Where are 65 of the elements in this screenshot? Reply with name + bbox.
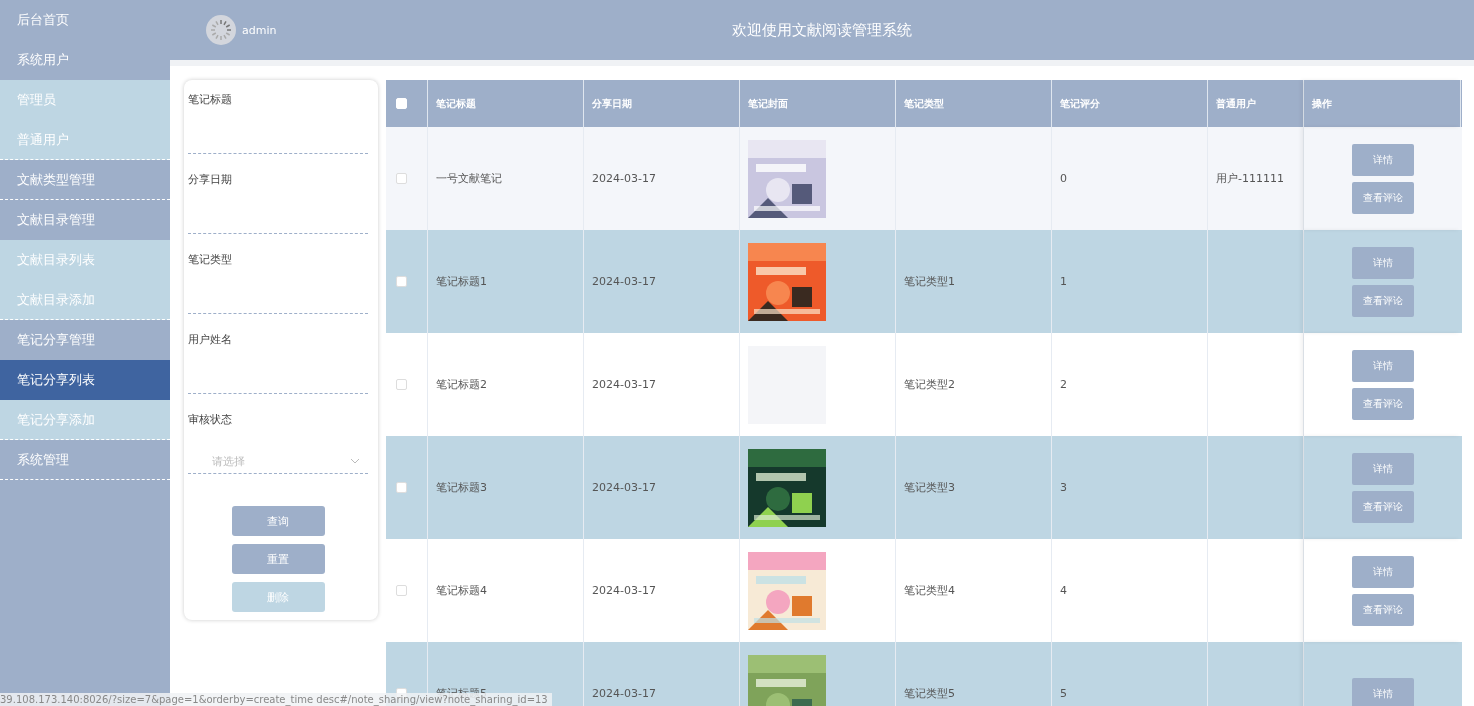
select-all-checkbox[interactable] xyxy=(396,98,407,109)
filter-button[interactable]: 查询 xyxy=(231,506,325,536)
table-cell: 一号文献笔记 xyxy=(436,171,502,186)
row-action-button[interactable]: 查看评论 xyxy=(1351,490,1414,523)
field-label: 分享日期 xyxy=(188,172,232,187)
column-header: 分享日期 xyxy=(592,96,632,111)
loading-spinner-icon xyxy=(206,15,236,45)
table-cell: 笔记标题3 xyxy=(436,480,487,495)
column-header: 操作 xyxy=(1312,96,1332,111)
sidebar-item[interactable]: 笔记分享添加 xyxy=(0,400,170,440)
page-title: 欢迎使用文献阅读管理系统 xyxy=(732,20,912,40)
table-cell: 笔记类型4 xyxy=(904,583,955,598)
row-action-button[interactable]: 详情 xyxy=(1351,555,1414,588)
row-checkbox[interactable] xyxy=(396,379,407,390)
table-cell: 笔记类型2 xyxy=(904,377,955,392)
field-label: 用户姓名 xyxy=(188,332,232,347)
row-action-button[interactable]: 查看评论 xyxy=(1351,593,1414,626)
table-cell: 2024-03-17 xyxy=(592,172,656,185)
sidebar-item[interactable]: 普通用户 xyxy=(0,120,170,160)
table-cell: 笔记类型1 xyxy=(904,274,955,289)
column-header: 笔记标题 xyxy=(436,96,476,111)
table-cell: 用户-111111 xyxy=(1216,171,1284,186)
column-header: 笔记评分 xyxy=(1060,96,1100,111)
column-header: 笔记封面 xyxy=(748,96,788,111)
row-action-button[interactable]: 查看评论 xyxy=(1351,181,1414,214)
table-cell: 2024-03-17 xyxy=(592,584,656,597)
table-cell: 1 xyxy=(1060,275,1067,288)
field-label: 笔记标题 xyxy=(188,92,232,107)
table-cell: 笔记类型3 xyxy=(904,480,955,495)
row-checkbox[interactable] xyxy=(396,276,407,287)
table-cell: 3 xyxy=(1060,481,1067,494)
table-cell: 笔记标题1 xyxy=(436,274,487,289)
row-action-button[interactable]: 详情 xyxy=(1351,349,1414,382)
table-cell: 4 xyxy=(1060,584,1067,597)
row-checkbox[interactable] xyxy=(396,482,407,493)
sidebar-item[interactable]: 管理员 xyxy=(0,80,170,120)
sidebar-item[interactable]: 文献目录添加 xyxy=(0,280,170,320)
row-action-button[interactable]: 查看评论 xyxy=(1351,387,1414,420)
column-header: 笔记类型 xyxy=(904,96,944,111)
chevron-down-icon xyxy=(350,458,360,464)
select-field[interactable]: 请选择 xyxy=(188,449,368,474)
table-cell: 2024-03-17 xyxy=(592,275,656,288)
field-label: 笔记类型 xyxy=(188,252,232,267)
field-label: 审核状态 xyxy=(188,412,232,427)
table-cell: 2 xyxy=(1060,378,1067,391)
sidebar-item[interactable]: 文献目录列表 xyxy=(0,240,170,280)
table-cell: 笔记类型5 xyxy=(904,686,955,701)
user-name: admin xyxy=(242,23,277,37)
row-checkbox[interactable] xyxy=(396,173,407,184)
table-cell: 2024-03-17 xyxy=(592,378,656,391)
filter-button[interactable]: 重置 xyxy=(231,544,325,574)
row-action-button[interactable]: 详情 xyxy=(1351,677,1414,706)
table-cell: 笔记标题4 xyxy=(436,583,487,598)
sidebar-item[interactable]: 笔记分享列表 xyxy=(0,360,170,400)
row-action-button[interactable]: 详情 xyxy=(1351,143,1414,176)
table-cell: 2024-03-17 xyxy=(592,481,656,494)
row-checkbox[interactable] xyxy=(396,585,407,596)
table-cell: 0 xyxy=(1060,172,1067,185)
table-cell: 5 xyxy=(1060,687,1067,700)
row-action-button[interactable]: 查看评论 xyxy=(1351,284,1414,317)
row-action-button[interactable]: 详情 xyxy=(1351,246,1414,279)
column-header: 普通用户 xyxy=(1216,96,1256,111)
table-cell: 2024-03-17 xyxy=(592,687,656,700)
row-action-button[interactable]: 详情 xyxy=(1351,452,1414,485)
table-cell: 笔记标题2 xyxy=(436,377,487,392)
